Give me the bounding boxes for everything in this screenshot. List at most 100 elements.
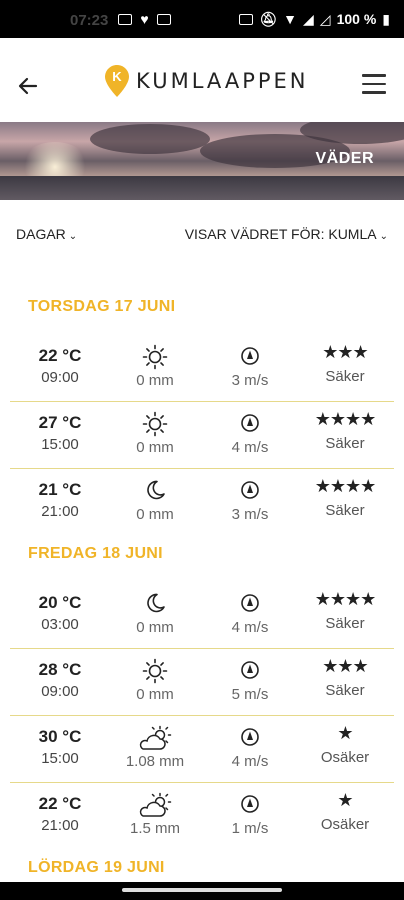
reliability-label: Säker [325, 435, 365, 452]
precipitation: 1.5 mm [129, 820, 180, 837]
precipitation: 0 mm [136, 619, 174, 636]
wind-direction-icon [220, 480, 280, 502]
battery-icon: ▮ [382, 10, 390, 27]
reliability-label: Säker [325, 502, 365, 519]
wind-cell: 4 m/s [220, 593, 280, 636]
forecast-time: 21:00 [41, 817, 79, 834]
heart-icon: ♥ [140, 11, 149, 27]
temperature-cell: 22 °C 21:00 [20, 794, 100, 834]
temperature-cell: 30 °C 15:00 [20, 727, 100, 767]
status-bar: 07:23 ♥ 🔕︎ ▼ ◢ ◿ 100 % ▮ [0, 0, 404, 38]
signal-icon: ◢ [303, 10, 314, 27]
temperature-cell: 22 °C 09:00 [20, 346, 100, 386]
hero-cloud [90, 124, 210, 154]
reliability-cell: ★★★★ Säker [300, 409, 390, 452]
temperature-cell: 27 °C 15:00 [20, 413, 100, 453]
moon-icon [120, 591, 190, 615]
hamburger-line [362, 74, 386, 77]
precipitation-cell: 0 mm [120, 591, 190, 636]
notification-icons: ♥ [118, 11, 171, 27]
reliability-stars: ★ [337, 723, 353, 743]
reliability-label: Säker [325, 615, 365, 632]
sun-cloud-icon [120, 792, 190, 817]
forecast-row: 27 °C 15:00 0 mm 4 m/s ★★★★ Säker [10, 403, 394, 469]
reliability-label: Säker [325, 368, 365, 385]
temperature: 22 °C [38, 794, 82, 813]
reliability-stars: ★★★ [322, 656, 368, 676]
wind-direction-icon [220, 593, 280, 615]
precipitation: 1.08 mm [125, 753, 185, 770]
back-button[interactable] [16, 74, 40, 98]
home-handle[interactable] [122, 888, 282, 892]
precipitation-cell: 0 mm [120, 411, 190, 456]
wind-speed: 3 m/s [231, 506, 269, 523]
wind-cell: 4 m/s [220, 413, 280, 456]
logo-pin-icon: K [105, 65, 129, 97]
precipitation-cell: 0 mm [120, 658, 190, 703]
wind-cell: 3 m/s [220, 480, 280, 523]
nfc-icon [239, 13, 254, 25]
reliability-cell: ★ Osäker [300, 790, 390, 833]
hero-banner: VÄDER [0, 122, 404, 200]
wind-speed: 4 m/s [231, 619, 269, 636]
temperature: 30 °C [38, 727, 82, 746]
precipitation-cell: 1.08 mm [120, 725, 190, 770]
wind-speed: 3 m/s [231, 372, 269, 389]
reliability-label: Osäker [320, 816, 370, 833]
reliability-stars: ★ [337, 790, 353, 810]
temperature: 21 °C [38, 480, 82, 499]
signal-icon-2: ◿ [319, 10, 331, 27]
filters-bar: DAGAR ⌄ VISAR VÄDRET FÖR: KUMLA ⌄ [0, 222, 404, 248]
forecast-time: 09:00 [41, 369, 79, 386]
wind-direction-icon [220, 413, 280, 435]
day-heading: LÖRDAG 19 JUNI [28, 859, 165, 876]
reliability-stars: ★★★ [322, 342, 368, 362]
reliability-cell: ★★★ Säker [300, 342, 390, 385]
battery-percent: 100 % [336, 11, 377, 27]
reliability-label: Säker [325, 682, 365, 699]
precipitation: 0 mm [136, 686, 174, 703]
precipitation-cell: 0 mm [120, 344, 190, 389]
temperature-cell: 28 °C 09:00 [20, 660, 100, 700]
app-header: K KUMLAAPPEN [0, 38, 404, 122]
image-icon [156, 13, 171, 25]
period-dropdown-label: DAGAR [16, 226, 66, 242]
forecast-row: 22 °C 21:00 1.5 mm 1 m/s ★ Osäker [10, 784, 394, 850]
chevron-down-icon: ⌄ [379, 231, 388, 242]
temperature-cell: 21 °C 21:00 [20, 480, 100, 520]
wind-direction-icon [220, 660, 280, 682]
wind-direction-icon [220, 346, 280, 368]
menu-button[interactable] [362, 74, 386, 96]
mute-icon: 🔕︎ [259, 10, 278, 27]
reliability-cell: ★★★★ Säker [300, 476, 390, 519]
forecast-row: 20 °C 03:00 0 mm 4 m/s ★★★★ Säker [10, 583, 394, 649]
svg-text:K: K [112, 69, 122, 84]
wifi-icon: ▼ [283, 11, 298, 27]
forecast-row: 22 °C 09:00 0 mm 3 m/s ★★★ Säker [10, 336, 394, 402]
reliability-stars: ★★★★ [314, 409, 377, 429]
day-heading: FREDAG 18 JUNI [28, 545, 163, 562]
forecast-time: 15:00 [41, 750, 79, 767]
wind-speed: 5 m/s [231, 686, 269, 703]
precipitation: 0 mm [136, 439, 174, 456]
notification-icon [118, 13, 133, 25]
reliability-cell: ★★★ Säker [300, 656, 390, 699]
period-dropdown[interactable]: DAGAR ⌄ [16, 226, 77, 242]
temperature-cell: 20 °C 03:00 [20, 593, 100, 633]
forecast-time: 21:00 [41, 503, 79, 520]
day-heading: TORSDAG 17 JUNI [28, 298, 176, 315]
app-name: KUMLAAPPEN [136, 69, 309, 93]
forecast-row: 30 °C 15:00 1.08 mm 4 m/s ★ Osäker [10, 717, 394, 783]
sun-icon [120, 658, 190, 684]
system-nav-bar [0, 882, 404, 900]
chevron-down-icon: ⌄ [68, 231, 78, 242]
hero-title: VÄDER [315, 150, 374, 167]
back-arrow-icon [18, 77, 38, 95]
precipitation: 0 mm [136, 506, 174, 523]
wind-cell: 5 m/s [220, 660, 280, 703]
status-time: 07:23 [70, 12, 109, 29]
forecast-row: 28 °C 09:00 0 mm 5 m/s ★★★ Säker [10, 650, 394, 716]
system-icons: 🔕︎ ▼ ◢ ◿ 100 % ▮ [239, 11, 390, 28]
location-dropdown[interactable]: VISAR VÄDRET FÖR: KUMLA ⌄ [185, 226, 388, 242]
temperature: 20 °C [38, 593, 82, 612]
